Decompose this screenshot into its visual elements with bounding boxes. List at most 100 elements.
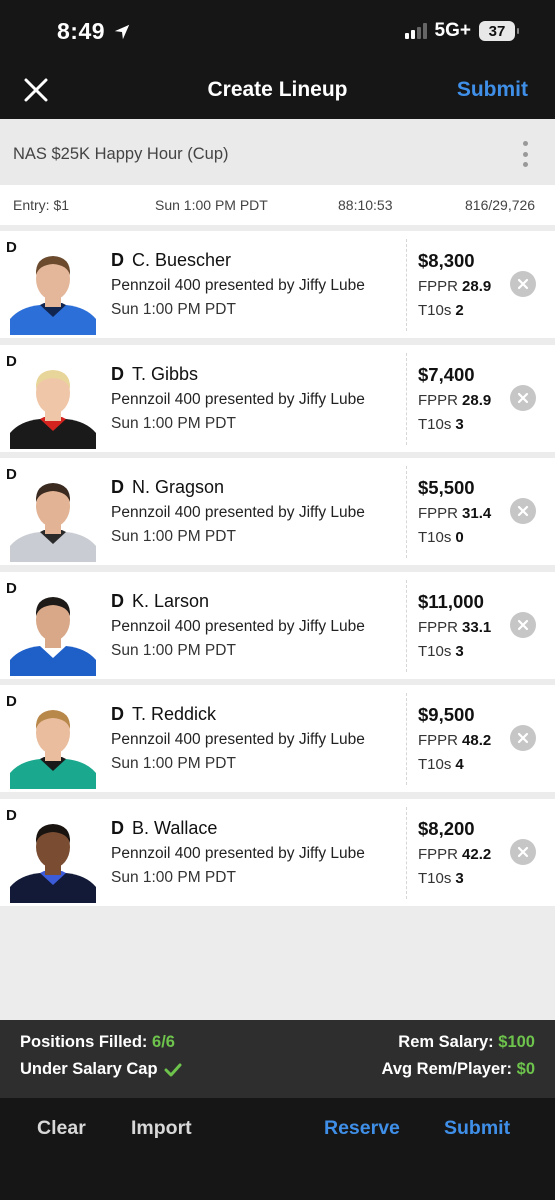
top10-label: T10s [418, 643, 452, 660]
fppr-stat: FPPR 28.9 [418, 278, 491, 295]
submit-button[interactable]: Submit [444, 1117, 510, 1140]
top10-label: T10s [418, 416, 452, 433]
fppr-label: FPPR [418, 392, 459, 409]
checkmark-icon [164, 1063, 182, 1076]
clear-button[interactable]: Clear [37, 1117, 86, 1140]
fppr-value: 31.4 [462, 505, 492, 522]
fppr-value: 48.2 [462, 732, 492, 749]
lineup-card[interactable]: D D K. Larson Pennzoil 400 presented by J… [0, 572, 555, 679]
race-time: Sun 1:00 PM PDT [111, 869, 236, 886]
driver-position: D [111, 250, 124, 270]
lineup-card[interactable]: D D T. Gibbs Pennzoil 400 presented by Ji… [0, 345, 555, 452]
remaining-salary-label: Rem Salary: [398, 1033, 494, 1051]
top10-value: 3 [455, 643, 464, 660]
remove-driver-button[interactable] [510, 839, 536, 865]
avg-remaining-label: Avg Rem/Player: [381, 1060, 513, 1078]
race-name: Pennzoil 400 presented by Jiffy Lube [111, 391, 365, 408]
race-time: Sun 1:00 PM PDT [111, 415, 236, 432]
remaining-salary-value: $100 [498, 1033, 535, 1051]
top10-value: 3 [455, 870, 464, 887]
driver-salary: $8,200 [418, 818, 475, 839]
remove-driver-button[interactable] [510, 498, 536, 524]
fppr-value: 28.9 [462, 278, 492, 295]
lineup-card[interactable]: D D B. Wallace Pennzoil 400 presented by … [0, 799, 555, 906]
fppr-stat: FPPR 48.2 [418, 732, 491, 749]
card-divider [406, 239, 407, 331]
location-arrow-icon [114, 24, 130, 39]
driver-name: D K. Larson [111, 591, 209, 612]
remove-driver-button[interactable] [510, 725, 536, 751]
card-divider [406, 807, 407, 899]
contest-info-bar: Entry: $1 Sun 1:00 PM PDT 88:10:53 816/2… [0, 185, 555, 225]
race-time: Sun 1:00 PM PDT [111, 528, 236, 545]
status-time: 8:49 [57, 18, 106, 44]
close-icon [517, 619, 529, 631]
driver-salary: $8,300 [418, 250, 475, 271]
close-icon [517, 846, 529, 858]
driver-avatar [10, 370, 96, 449]
driver-position: D [111, 477, 124, 497]
top10-stat: T10s 2 [418, 302, 464, 319]
reserve-button[interactable]: Reserve [324, 1117, 400, 1140]
remove-driver-button[interactable] [510, 385, 536, 411]
remove-driver-button[interactable] [510, 271, 536, 297]
kebab-dot-icon [522, 151, 528, 157]
fppr-label: FPPR [418, 619, 459, 636]
import-button[interactable]: Import [131, 1117, 192, 1140]
fppr-label: FPPR [418, 732, 459, 749]
positions-filled-label: Positions Filled: [20, 1033, 148, 1051]
battery-icon: 37 [479, 21, 519, 41]
top10-value: 4 [455, 756, 464, 773]
driver-name-text: B. Wallace [132, 818, 218, 838]
card-divider [406, 466, 407, 558]
start-time: Sun 1:00 PM PDT [155, 197, 268, 213]
race-name: Pennzoil 400 presented by Jiffy Lube [111, 845, 365, 862]
entries-count: 816/29,726 [465, 197, 536, 213]
driver-name: D T. Reddick [111, 704, 216, 725]
driver-avatar [10, 597, 96, 676]
race-time: Sun 1:00 PM PDT [111, 755, 236, 772]
driver-salary: $7,400 [418, 364, 475, 385]
lineup-card[interactable]: D D N. Gragson Pennzoil 400 presented by … [0, 458, 555, 565]
top-bar: 8:49 5G+ 37 Create Lineup Submit [0, 0, 555, 119]
driver-name-text: T. Reddick [132, 704, 217, 724]
entry-fee: Entry: $1 [13, 197, 70, 213]
driver-avatar [10, 710, 96, 789]
top10-stat: T10s 4 [418, 756, 464, 773]
race-time: Sun 1:00 PM PDT [111, 301, 236, 318]
top10-label: T10s [418, 870, 452, 887]
driver-name-text: N. Gragson [132, 477, 225, 497]
remove-driver-button[interactable] [510, 612, 536, 638]
driver-salary: $9,500 [418, 704, 475, 725]
top10-stat: T10s 0 [418, 529, 464, 546]
race-name: Pennzoil 400 presented by Jiffy Lube [111, 618, 365, 635]
salary-cap-label: Under Salary Cap [20, 1060, 158, 1078]
signal-icon [404, 23, 427, 39]
header-submit-button[interactable]: Submit [457, 78, 528, 102]
more-options-button[interactable] [521, 141, 529, 167]
driver-name-text: C. Buescher [132, 250, 232, 270]
fppr-stat: FPPR 42.2 [418, 846, 491, 863]
fppr-label: FPPR [418, 505, 459, 522]
driver-position: D [111, 704, 124, 724]
driver-name-text: K. Larson [132, 591, 210, 611]
top10-label: T10s [418, 529, 452, 546]
top10-stat: T10s 3 [418, 416, 464, 433]
lineup-summary: Positions Filled: 6/6 Under Salary Cap R… [0, 1020, 555, 1098]
race-name: Pennzoil 400 presented by Jiffy Lube [111, 504, 365, 521]
fppr-stat: FPPR 31.4 [418, 505, 491, 522]
status-clock: 8:49 [57, 18, 131, 45]
top10-value: 3 [455, 416, 464, 433]
fppr-value: 28.9 [462, 392, 492, 409]
kebab-dot-icon [522, 141, 528, 146]
race-time: Sun 1:00 PM PDT [111, 642, 236, 659]
card-divider [406, 353, 407, 445]
top10-label: T10s [418, 756, 452, 773]
lineup-card[interactable]: D D T. Reddick Pennzoil 400 presented by … [0, 685, 555, 792]
driver-name: D B. Wallace [111, 818, 217, 839]
lineup-card[interactable]: D D C. Buescher Pennzoil 400 presented by… [0, 231, 555, 338]
kebab-dot-icon [522, 162, 528, 167]
network-label: 5G+ [434, 20, 471, 41]
fppr-label: FPPR [418, 278, 459, 295]
positions-filled: Positions Filled: 6/6 [20, 1033, 175, 1052]
